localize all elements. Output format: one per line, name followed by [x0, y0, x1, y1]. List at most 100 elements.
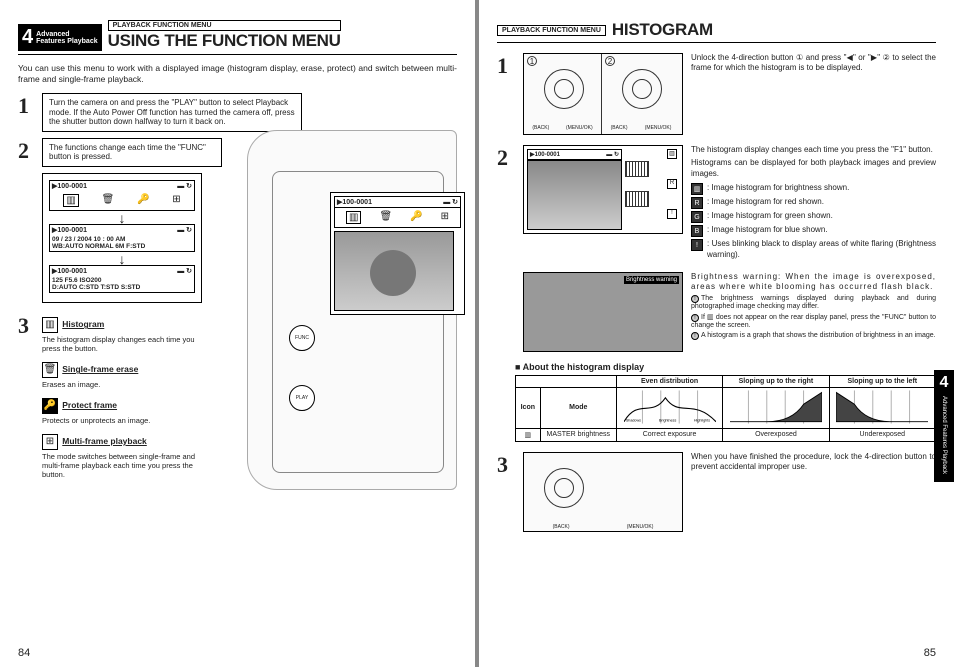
- lcd-screen-2: ▶100-0001▬ ↻ 09 / 23 / 2004 10 : 00 AMWB…: [49, 224, 195, 252]
- preview-photo: [334, 231, 454, 311]
- battery-icon: ▬ ↻: [177, 182, 192, 190]
- verdict: Overexposed: [723, 428, 829, 441]
- page-84: 4 Advanced Features Playback PLAYBACK FU…: [0, 0, 475, 667]
- chapter-text: Advanced Features Playback: [36, 31, 97, 45]
- hist-curve-right: [730, 390, 822, 424]
- brightness-warning-label: Brightness warning: [624, 276, 679, 284]
- step-1: 1 Turn the camera on and press the "PLAY…: [18, 93, 457, 132]
- histogram-icon: ▥: [667, 149, 677, 159]
- func-title: Multi-frame playback: [62, 436, 147, 446]
- verdict: Correct exposure: [616, 428, 722, 441]
- play-button[interactable]: PLAY: [289, 385, 315, 411]
- histogram-icon: ▥: [42, 317, 58, 333]
- chapter-badge: 4 Advanced Features Playback: [18, 24, 102, 51]
- col-header: Sloping up to the right: [723, 375, 829, 387]
- dpad-select[interactable]: 2(BACK)(MENU/OK): [602, 54, 680, 134]
- trash-icon: 🗑: [42, 362, 58, 378]
- func-multiframe: ⊞ Multi-frame playback The mode switches…: [42, 434, 212, 479]
- svg-text:Brightness: Brightness: [659, 419, 677, 423]
- lcd-screen-3: ▶100-0001▬ ↻ 125 F5.6 ISO200D:AUTO C:STD…: [49, 265, 195, 293]
- hist-green-icon: G: [691, 211, 703, 223]
- func-histogram: ▥ Histogram The histogram display change…: [42, 317, 212, 353]
- func-title: Histogram: [62, 319, 104, 329]
- notes: !The brightness warnings displayed durin…: [691, 295, 936, 341]
- lcd-screen-1: ▶100-0001▬ ↻ ▥🗑🔑⊞: [49, 180, 195, 211]
- step-3: 3 (BACK)(MENU/OK) When you have finished…: [497, 452, 936, 532]
- func-desc: Erases an image.: [42, 380, 212, 389]
- dpad-unlock[interactable]: 1(BACK)(MENU/OK): [524, 54, 602, 134]
- dpad-diagram: 1(BACK)(MENU/OK) 2(BACK)(MENU/OK): [523, 53, 683, 135]
- about-title: About the histogram display: [515, 362, 936, 372]
- step-box: Turn the camera on and press the "PLAY" …: [42, 93, 302, 132]
- svg-text:Highlights: Highlights: [693, 419, 709, 423]
- hist-warning-icon: !: [691, 239, 703, 251]
- note-icon: !: [691, 295, 699, 303]
- hist-graph: [625, 161, 649, 177]
- hist-curve-left: [836, 390, 928, 424]
- row-header: Mode: [540, 387, 616, 428]
- func-title: Single-frame erase: [62, 364, 138, 374]
- mode-label: MASTER brightness: [540, 428, 616, 441]
- step-box: The functions change each time the "FUNC…: [42, 138, 222, 167]
- side-tab-text: Advanced Features Playback: [941, 396, 947, 474]
- col-header: Even distribution: [616, 375, 722, 387]
- lcd-sequence: ▶100-0001▬ ↻ ▥🗑🔑⊞ ↓ ▶100-0001▬ ↻ 09 / 23…: [42, 173, 202, 303]
- func-desc: The histogram display changes each time …: [42, 335, 212, 353]
- note-icon: !: [691, 314, 699, 322]
- page-number: 84: [18, 647, 30, 659]
- header-row: 4 Advanced Features Playback PLAYBACK FU…: [18, 20, 457, 55]
- step-number: 2: [18, 138, 36, 164]
- hist-right: [723, 387, 829, 428]
- page-title: HISTOGRAM: [612, 20, 713, 40]
- func-protect: 🔑 Protect frame Protects or unprotects a…: [42, 398, 212, 425]
- intro-text: You can use this menu to work with a dis…: [18, 63, 457, 85]
- chapter-number: 4: [22, 26, 33, 49]
- battery-icon: ▬ ↻: [177, 226, 192, 234]
- side-tab: 4 Advanced Features Playback: [934, 370, 954, 482]
- step-text: When you have finished the procedure, lo…: [691, 452, 936, 473]
- hist-blue-icon: B: [691, 225, 703, 237]
- camera-back-lcd: ▶100-0001▬ ↻ ▥🗑🔑⊞: [330, 192, 465, 315]
- mode-icon: ▥: [516, 428, 541, 441]
- note-icon: !: [691, 332, 699, 340]
- hist-even: Shadows Brightness Highlights: [616, 387, 722, 428]
- function-list: ▥ Histogram The histogram display change…: [42, 317, 212, 488]
- grid-icon: ⊞: [42, 434, 58, 450]
- hist-bright-icon: ▥: [691, 183, 703, 195]
- func-erase: 🗑 Single-frame erase Erases an image.: [42, 362, 212, 389]
- step-1: 1 1(BACK)(MENU/OK) 2(BACK)(MENU/OK) Unlo…: [497, 53, 936, 135]
- battery-icon: ▬ ↻: [177, 267, 192, 275]
- step-number: 1: [18, 93, 36, 119]
- row-header: Icon: [516, 387, 541, 428]
- verdict: Underexposed: [829, 428, 935, 441]
- lcd-icon-row: ▥🗑🔑⊞: [334, 208, 461, 228]
- func-button[interactable]: FUNC: [289, 325, 315, 351]
- histogram-column: ▥ R !: [625, 149, 677, 219]
- page-title: USING THE FUNCTION MENU: [108, 31, 341, 51]
- step-number: 3: [497, 452, 515, 478]
- dpad-lock-diagram: (BACK)(MENU/OK): [523, 452, 683, 532]
- about-histogram: About the histogram display Even distrib…: [515, 362, 936, 442]
- hist-warning-icon: !: [667, 209, 677, 219]
- hist-left: [829, 387, 935, 428]
- histogram-table: Even distribution Sloping up to the righ…: [515, 375, 936, 442]
- battery-icon: ▬ ↻: [443, 198, 458, 206]
- arrow-down-icon: ↓: [49, 214, 195, 224]
- lcd-icon-row: ▥🗑🔑⊞: [50, 191, 194, 210]
- func-desc: Protects or unprotects an image.: [42, 416, 212, 425]
- menu-tag: PLAYBACK FUNCTION MENU: [108, 20, 341, 31]
- page-number: 85: [924, 647, 936, 659]
- svg-text:Shadows: Shadows: [625, 419, 640, 423]
- col-header: Sloping up to the left: [829, 375, 935, 387]
- brightness-warning-row: Brightness warning Brightness warning: W…: [497, 272, 936, 352]
- hist-curve-even: Shadows Brightness Highlights: [624, 390, 716, 424]
- func-desc: The mode switches between single-frame a…: [42, 452, 212, 479]
- dpad-lock[interactable]: (BACK)(MENU/OK): [524, 453, 682, 533]
- step-text: Unlock the 4-direction button ① and pres…: [691, 53, 936, 74]
- hist-graph: [625, 191, 649, 207]
- page-85: PLAYBACK FUNCTION MENU HISTOGRAM 1 1(BAC…: [479, 0, 954, 667]
- header-row: PLAYBACK FUNCTION MENU HISTOGRAM: [497, 20, 936, 43]
- side-tab-number: 4: [934, 374, 954, 392]
- histogram-lcd: ▶100-0001▬ ↻ ▥ R !: [523, 145, 683, 234]
- step-number: 3: [18, 313, 36, 339]
